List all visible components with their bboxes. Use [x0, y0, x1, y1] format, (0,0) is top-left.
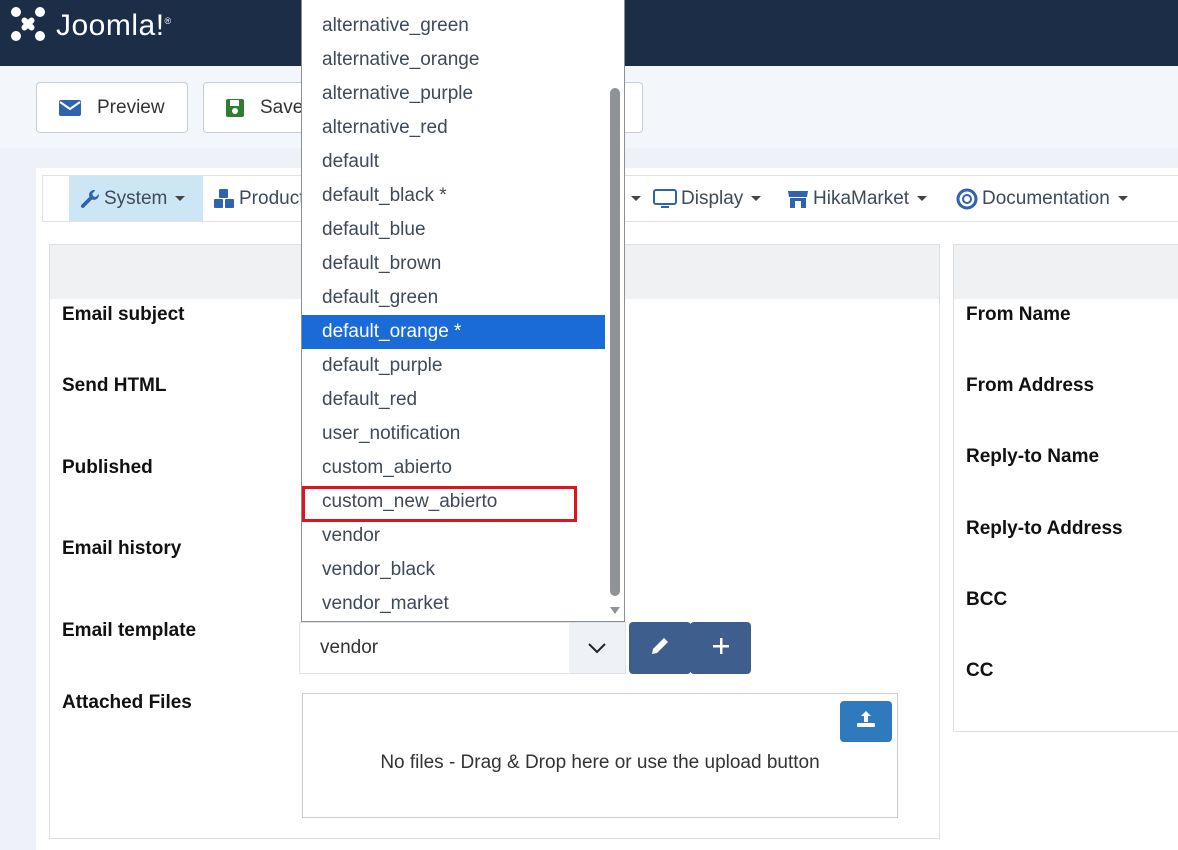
bcc-label: BCC — [966, 589, 1008, 610]
joomla-logo-icon — [8, 4, 48, 49]
add-template-button[interactable] — [690, 622, 751, 674]
cc-label: CC — [966, 660, 994, 681]
dropdown-option[interactable]: user_notification — [302, 417, 605, 451]
file-dropzone[interactable]: No files - Drag & Drop here or use the u… — [302, 693, 898, 818]
monitor-icon — [653, 188, 677, 209]
annotation-highlight-box — [302, 486, 577, 522]
dropdown-option[interactable]: default — [302, 145, 605, 179]
menu-display-label: Display — [681, 187, 744, 209]
store-icon — [787, 189, 809, 209]
menu-products[interactable]: Products — [203, 176, 314, 221]
dropdown-option[interactable]: vendor_market — [302, 587, 605, 621]
caret-down-icon — [917, 196, 928, 201]
dropdown-option[interactable]: alternative_green — [302, 9, 605, 43]
pencil-icon — [650, 636, 670, 661]
wrench-icon — [80, 189, 100, 209]
plus-icon — [712, 637, 730, 660]
menu-documentation[interactable]: Documentation — [956, 176, 1128, 221]
caret-down-icon — [175, 196, 186, 201]
caret-down-icon — [751, 196, 762, 201]
dropdown-option[interactable]: default_purple — [302, 349, 605, 383]
menu-system-label: System — [104, 187, 168, 209]
preview-button-label: Preview — [97, 96, 165, 118]
lifebuoy-icon — [956, 188, 978, 210]
dropdown-option-selected[interactable]: default_orange * — [302, 315, 605, 349]
attached-files-label: Attached Files — [62, 692, 192, 713]
dropdown-option[interactable]: vendor — [302, 519, 605, 553]
dropdown-option[interactable]: default_red — [302, 383, 605, 417]
floppy-disk-icon — [226, 98, 244, 117]
dropdown-option[interactable]: vendor_black — [302, 553, 605, 587]
chevron-down-icon[interactable] — [569, 623, 625, 673]
published-label: Published — [62, 457, 153, 478]
email-template-dropdown-list[interactable]: alternative_green alternative_orange alt… — [301, 0, 625, 622]
dropdown-option[interactable]: alternative_purple — [302, 77, 605, 111]
email-template-select[interactable]: vendor — [299, 622, 626, 674]
from-address-label: From Address — [966, 375, 1095, 396]
joomla-logo-text: Joomla!® — [56, 9, 172, 42]
menu-documentation-label: Documentation — [982, 187, 1110, 209]
save-button-label: Save — [260, 96, 304, 118]
card-header — [954, 245, 1178, 299]
email-template-label: Email template — [62, 620, 197, 641]
dropdown-option[interactable]: default_black * — [302, 179, 605, 213]
send-html-label: Send HTML — [62, 375, 167, 396]
cubes-icon — [213, 188, 235, 209]
menu-hidden-caret[interactable] — [623, 176, 641, 221]
scrollbar-thumb[interactable] — [610, 88, 620, 596]
dropdown-option[interactable]: alternative_orange — [302, 43, 605, 77]
email-template-value: vendor — [320, 637, 379, 658]
menu-display[interactable]: Display — [653, 176, 762, 221]
dropdown-scrollbar[interactable] — [605, 0, 624, 621]
upload-button[interactable] — [840, 701, 892, 742]
menu-system[interactable]: System — [69, 176, 203, 221]
save-button[interactable]: Save — [203, 82, 313, 133]
scroll-down-arrow-icon[interactable] — [610, 607, 620, 614]
caret-down-icon — [631, 196, 641, 201]
dropdown-option[interactable]: default_green — [302, 281, 605, 315]
reply-to-address-label: Reply-to Address — [966, 518, 1123, 539]
email-subject-label: Email subject — [62, 304, 185, 325]
dropdown-option[interactable]: default_brown — [302, 247, 605, 281]
preview-button[interactable]: Preview — [36, 82, 188, 133]
dropdown-option[interactable]: custom_abierto — [302, 451, 605, 485]
edit-template-button[interactable] — [629, 622, 691, 674]
joomla-logo[interactable]: Joomla!® — [8, 6, 172, 46]
dropzone-text: No files - Drag & Drop here or use the u… — [380, 752, 820, 773]
dropdown-option[interactable]: alternative_red — [302, 111, 605, 145]
dropdown-option[interactable]: default_blue — [302, 213, 605, 247]
envelope-icon — [59, 99, 81, 116]
from-name-label: From Name — [966, 304, 1071, 325]
caret-down-icon — [1117, 196, 1128, 201]
upload-icon — [856, 710, 876, 733]
menu-hikamarket-label: HikaMarket — [813, 187, 910, 209]
menu-hikamarket[interactable]: HikaMarket — [787, 176, 928, 221]
reply-to-name-label: Reply-to Name — [966, 446, 1100, 467]
email-history-label: Email history — [62, 538, 182, 559]
